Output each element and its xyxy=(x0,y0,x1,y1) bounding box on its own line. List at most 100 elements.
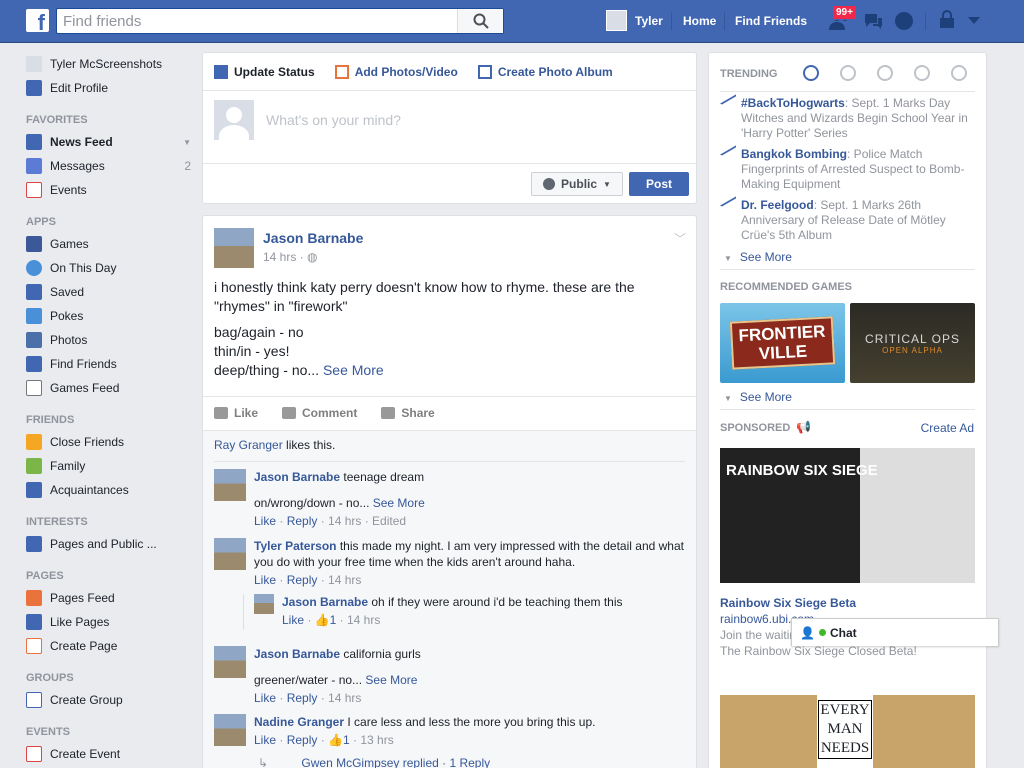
tab-label: Create Photo Album xyxy=(497,64,613,79)
sidebar-item-acquaintances[interactable]: Acquaintances xyxy=(26,478,191,502)
post-author[interactable]: Jason Barnabe xyxy=(263,230,363,246)
ad-image[interactable]: RAINBOW SIX SIEGE xyxy=(720,448,975,583)
comment-reply-link[interactable]: Reply xyxy=(287,573,318,587)
list-icon xyxy=(26,536,42,552)
trend-topic[interactable]: Bangkok Bombing xyxy=(741,147,847,161)
see-more-link[interactable]: See More xyxy=(323,362,384,378)
search-input[interactable] xyxy=(57,9,457,33)
comment-meta: · 14 hrs xyxy=(317,691,362,705)
replies-count[interactable]: · 1 Reply xyxy=(439,756,490,768)
comment-author[interactable]: Jason Barnabe xyxy=(282,595,368,609)
game-critical-ops[interactable]: CRITICAL OPS OPEN ALPHA xyxy=(850,303,975,383)
sports-icon[interactable] xyxy=(914,65,930,81)
sidebar-item-family[interactable]: Family xyxy=(26,454,191,478)
ad-title[interactable]: Rainbow Six Siege Beta xyxy=(720,596,856,610)
sidebar-item-pages-feed[interactable]: Pages Feed xyxy=(26,586,191,610)
top-trends-icon[interactable] xyxy=(803,65,819,81)
sidebar-item-on-this-day[interactable]: On This Day xyxy=(26,256,191,280)
comment-like-count[interactable]: 1 xyxy=(343,733,350,747)
comment-author[interactable]: Jason Barnabe xyxy=(254,647,340,661)
sidebar-item-pokes[interactable]: Pokes xyxy=(26,304,191,328)
ad-image-2[interactable]: EVERY MAN NEEDS xyxy=(720,695,975,768)
tab-create-photo-album[interactable]: Create Photo Album xyxy=(477,64,613,79)
trend-topic[interactable]: #BackToHogwarts xyxy=(741,96,845,110)
comment-reply-link[interactable]: Reply xyxy=(287,514,318,528)
trending-item[interactable]: Dr. Feelgood: Sept. 1 Marks 26th Anniver… xyxy=(720,198,975,243)
sidebar-item-find-friends[interactable]: Find Friends xyxy=(26,352,191,376)
comment-author[interactable]: Tyler Paterson xyxy=(254,539,336,553)
post-options-chevron-icon[interactable]: ﹀ xyxy=(674,230,686,247)
sidebar-item-label: Photos xyxy=(50,333,88,347)
composer-body[interactable]: What's on your mind? xyxy=(214,100,401,140)
game-frontierville[interactable]: FRONTIER VILLE xyxy=(720,303,845,383)
avatar[interactable] xyxy=(214,228,254,268)
avatar[interactable] xyxy=(214,469,246,501)
find-friends-link[interactable]: Find Friends xyxy=(735,14,807,28)
entertainment-icon[interactable] xyxy=(951,65,967,81)
games-see-more-link[interactable]: See More xyxy=(724,390,792,404)
avatar[interactable] xyxy=(254,594,274,614)
replies-author[interactable]: Gwen McGimpsey replied xyxy=(301,756,438,768)
facebook-logo-icon[interactable]: f xyxy=(26,9,49,32)
sidebar-item-events[interactable]: Events xyxy=(26,178,191,202)
share-button[interactable]: Share xyxy=(381,406,435,420)
see-more-link[interactable]: See More xyxy=(373,496,425,510)
trending-item[interactable]: #BackToHogwarts: Sept. 1 Marks Day Witch… xyxy=(720,96,975,141)
science-tech-icon[interactable] xyxy=(877,65,893,81)
post-timestamp[interactable]: 14 hrs · ◍ xyxy=(263,250,318,264)
sidebar-item-games-feed[interactable]: Games Feed xyxy=(26,376,191,400)
account-menu-chevron-down-icon[interactable] xyxy=(968,17,980,25)
sidebar-item-label: Acquaintances xyxy=(50,483,129,497)
sidebar-item-saved[interactable]: Saved xyxy=(26,280,191,304)
trend-topic[interactable]: Dr. Feelgood xyxy=(741,198,814,212)
sidebar-item-like-pages[interactable]: Like Pages xyxy=(26,610,191,634)
comment-like-link[interactable]: Like xyxy=(254,573,276,587)
chat-tab[interactable]: 👤 Chat xyxy=(791,618,999,646)
comment-like-link[interactable]: Like xyxy=(254,691,276,705)
home-link[interactable]: Home xyxy=(683,14,716,28)
avatar[interactable] xyxy=(214,646,246,678)
avatar[interactable] xyxy=(214,714,246,746)
sidebar-item-games[interactable]: Games xyxy=(26,232,191,256)
trending-see-more-link[interactable]: See More xyxy=(724,250,792,264)
comment-author[interactable]: Nadine Granger xyxy=(254,715,344,729)
comment-author[interactable]: Jason Barnabe xyxy=(254,470,340,484)
sidebar-item-create-page[interactable]: Create Page xyxy=(26,634,191,658)
feed-story: Jason Barnabe 14 hrs · ◍ ﹀ i honestly th… xyxy=(202,215,697,768)
sidebar-item-create-group[interactable]: Create Group xyxy=(26,688,191,712)
chevron-down-icon[interactable]: ▼ xyxy=(183,138,191,147)
comment-like-link[interactable]: Like xyxy=(254,733,276,747)
sidebar-item-create-event[interactable]: Create Event xyxy=(26,742,191,766)
create-ad-link[interactable]: Create Ad xyxy=(921,421,974,435)
sidebar-item-pages-and-public[interactable]: Pages and Public ... xyxy=(26,532,191,556)
see-more-link[interactable]: See More xyxy=(365,673,417,687)
comment-button[interactable]: Comment xyxy=(282,406,357,420)
sidebar-item-label: Saved xyxy=(50,285,85,299)
sidebar-item-profile[interactable]: Tyler McScreenshots xyxy=(26,52,191,76)
politics-icon[interactable] xyxy=(840,65,856,81)
comment-reply-link[interactable]: Reply xyxy=(287,733,318,747)
privacy-selector-button[interactable]: Public ▼ xyxy=(531,172,623,196)
sidebar-item-photos[interactable]: Photos xyxy=(26,328,191,352)
privacy-lock-icon[interactable] xyxy=(938,10,956,30)
comment-like-link[interactable]: Like xyxy=(254,514,276,528)
tab-update-status[interactable]: Update Status xyxy=(214,64,315,79)
messages-icon[interactable] xyxy=(862,10,884,32)
profile-link[interactable]: Tyler xyxy=(606,10,663,31)
like-button[interactable]: Like xyxy=(214,406,258,420)
notifications-globe-icon[interactable] xyxy=(893,10,915,32)
search-button[interactable] xyxy=(457,9,503,33)
sidebar-item-messages[interactable]: Messages 2 xyxy=(26,154,191,178)
status-input[interactable]: What's on your mind? xyxy=(266,112,401,128)
avatar[interactable] xyxy=(214,538,246,570)
tab-add-photos-video[interactable]: Add Photos/Video xyxy=(334,64,458,79)
comment-reply-link[interactable]: Reply xyxy=(287,691,318,705)
post-button[interactable]: Post xyxy=(629,172,689,196)
sidebar-item-edit-profile[interactable]: Edit Profile xyxy=(26,76,191,100)
sidebar-item-news-feed[interactable]: News Feed ▼ xyxy=(26,130,191,154)
comment-like-link[interactable]: Like xyxy=(282,613,304,627)
trending-item[interactable]: Bangkok Bombing: Police Match Fingerprin… xyxy=(720,147,975,192)
sidebar-item-close-friends[interactable]: Close Friends xyxy=(26,430,191,454)
liker-link[interactable]: Ray Granger xyxy=(214,438,283,452)
replies-link[interactable]: ↳ Gwen McGimpsey replied · 1 Reply xyxy=(258,756,728,768)
